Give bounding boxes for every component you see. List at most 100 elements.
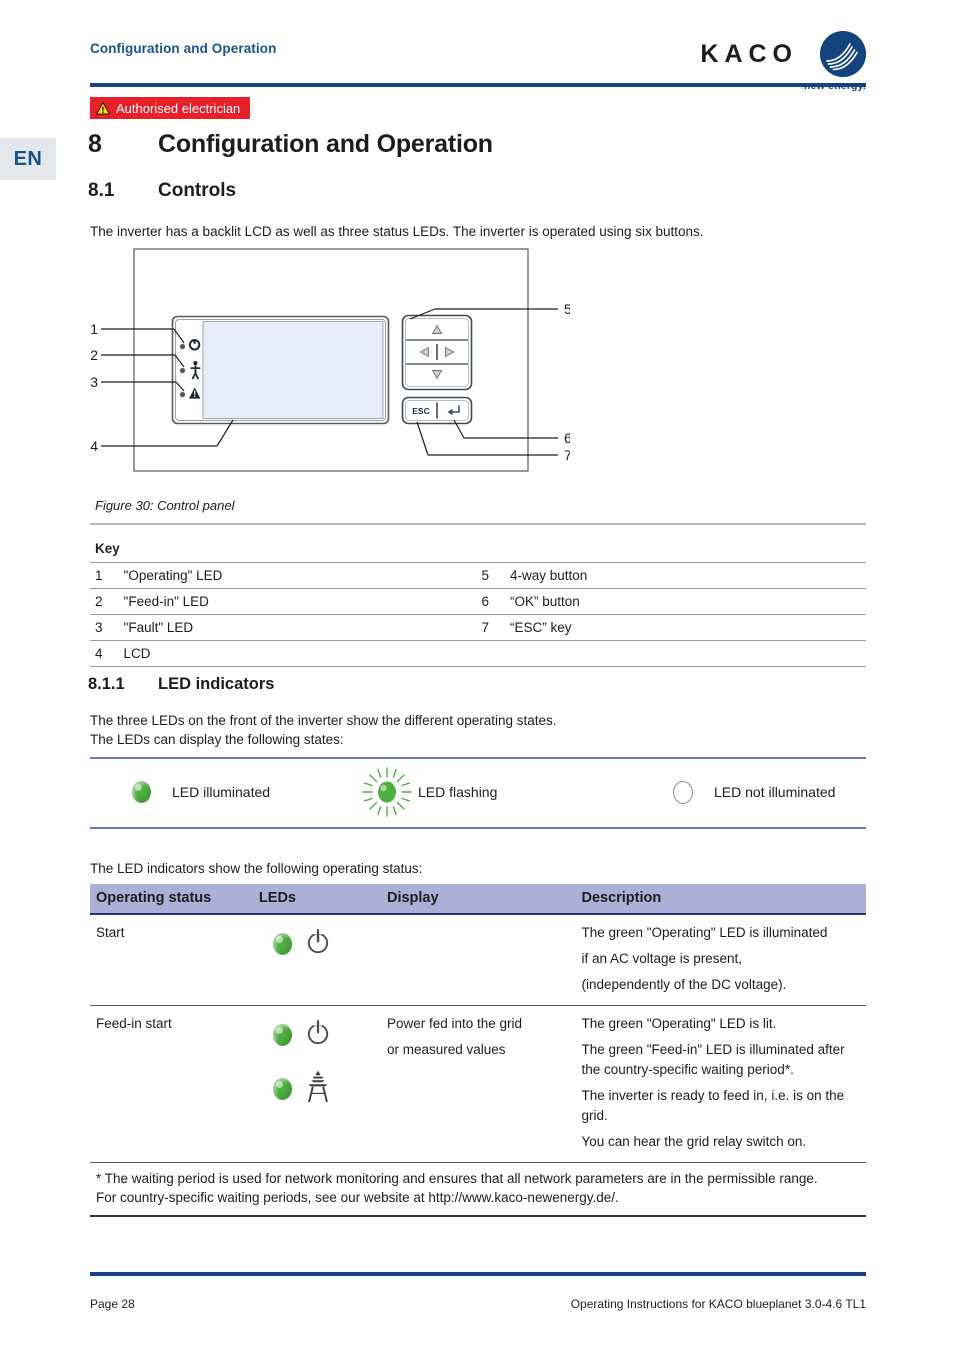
footer-rule (90, 1272, 866, 1276)
table-row: 4 LCD (90, 640, 866, 667)
column-header-description: Description (575, 884, 866, 915)
led-intro-paragraph: The three LEDs on the front of the inver… (90, 713, 557, 747)
control-panel-figure: ESC 1 2 3 4 5 6 7 (90, 247, 572, 484)
key-label: “ESC” key (510, 614, 866, 641)
led-not-illuminated-icon (652, 780, 714, 804)
kaco-logo-wordmark: KACO (700, 40, 798, 68)
description-cell: The green "Operating" LED is lit. The gr… (575, 1005, 866, 1163)
figure-rule (90, 523, 866, 525)
header-rule (90, 83, 866, 87)
key-label: "Fault" LED (123, 614, 482, 641)
svg-text:ESC: ESC (412, 406, 429, 416)
led-flashing-icon (356, 766, 418, 818)
legend-item-not-illuminated: LED not illuminated (606, 780, 866, 804)
description-line: (independently of the DC voltage). (581, 977, 787, 992)
authorised-electrician-badge: Authorised electrician (90, 97, 251, 119)
page-title: 8 Configuration and Operation (88, 130, 493, 159)
table-row: 3 "Fault" LED 7 “ESC” key (90, 614, 866, 641)
svg-text:2: 2 (90, 347, 98, 363)
led-illuminated-icon (110, 781, 172, 803)
key-number (481, 640, 510, 667)
footer-page-number: Page 28 (90, 1297, 135, 1311)
section-title: Configuration and Operation (158, 130, 493, 158)
subsubsection-title: LED indicators (158, 675, 275, 693)
display-cell: Power fed into the grid or measured valu… (380, 1005, 576, 1163)
key-table-title: Key (95, 541, 120, 556)
legend-label: LED not illuminated (714, 784, 836, 800)
pylon-icon (305, 1070, 331, 1108)
description-line: if an AC voltage is present, (581, 951, 743, 966)
svg-text:4: 4 (90, 438, 98, 454)
subsection-title: Controls (158, 180, 237, 201)
running-header-title: Configuration and Operation (90, 41, 277, 56)
key-number: 1 (90, 562, 124, 589)
svg-text:1: 1 (90, 321, 98, 337)
subsubsection-heading: 8.1.1 LED indicators (88, 675, 274, 694)
legend-item-illuminated: LED illuminated (90, 781, 348, 803)
table-footnote: * The waiting period is used for network… (90, 1162, 866, 1217)
svg-text:3: 3 (90, 374, 98, 390)
display-line: or measured values (386, 1042, 506, 1057)
led-indicator-group (259, 1018, 371, 1052)
key-number: 4 (90, 640, 124, 667)
svg-text:7: 7 (564, 447, 570, 463)
subsubsection-number: 8.1.1 (88, 675, 125, 693)
description-line: The green "Operating" LED is illuminated (581, 925, 828, 940)
language-tab-en: EN (0, 138, 56, 180)
key-number: 2 (90, 588, 124, 615)
table-row: Start The green "Operating" LED is illum… (90, 914, 866, 1006)
led-on-icon (272, 1024, 292, 1046)
controls-intro-paragraph: The inverter has a backlit LCD as well a… (90, 224, 704, 239)
key-number: 7 (481, 614, 510, 641)
table-row: 1 "Operating" LED 5 4-way button (90, 562, 866, 589)
figure-caption: Figure 30: Control panel (95, 498, 235, 513)
display-cell (380, 914, 576, 1006)
svg-text:5: 5 (564, 301, 570, 317)
warning-triangle-icon (96, 101, 110, 115)
key-label: “OK” button (510, 588, 866, 615)
legend-rule-bottom (90, 827, 866, 829)
kaco-logo-circle-icon (820, 31, 866, 77)
table-row: Feed-in start Power fed into the grid or… (90, 1005, 866, 1163)
table-header-row: Operating status LEDs Display Descriptio… (90, 884, 866, 915)
kaco-logo: KACO new energy. (676, 28, 866, 92)
status-cell: Start (90, 914, 253, 1006)
leds-cell (252, 914, 381, 1006)
footer-document-title: Operating Instructions for KACO blueplan… (570, 1297, 866, 1311)
legend-label: LED illuminated (172, 784, 271, 800)
key-number: 6 (481, 588, 510, 615)
subsection-number: 8.1 (88, 180, 115, 201)
description-line: The green "Operating" LED is lit. (581, 1016, 777, 1031)
column-header-display: Display (380, 884, 576, 915)
led-indicator-group (259, 927, 371, 961)
svg-text:6: 6 (564, 430, 570, 446)
column-header-leds: LEDs (252, 884, 381, 915)
led-on-icon (272, 1078, 292, 1100)
leds-cell (252, 1005, 381, 1163)
document-page: Configuration and Operation KACO new ene… (0, 0, 954, 1350)
key-number: 3 (90, 614, 124, 641)
description-line: The green "Feed-in" LED is illuminated a… (581, 1042, 845, 1077)
legend-label: LED flashing (418, 784, 498, 800)
table-row: 2 "Feed-in" LED 6 “OK” button (90, 588, 866, 615)
section-number: 8 (88, 130, 102, 158)
display-line: Power fed into the grid (386, 1016, 523, 1031)
key-label: 4-way button (510, 562, 866, 589)
description-line: The inverter is ready to feed in, i.e. i… (581, 1088, 845, 1123)
description-line: You can hear the grid relay switch on. (581, 1134, 807, 1149)
led-indicator-group (259, 1070, 371, 1108)
column-header-operating-status: Operating status (90, 884, 253, 915)
description-cell: The green "Operating" LED is illuminated… (575, 914, 866, 1006)
power-icon (305, 1018, 331, 1052)
subsection-heading: 8.1 Controls (88, 180, 236, 202)
led-legend: LED illuminated LED flashing LED not ill… (90, 757, 866, 827)
key-number: 5 (481, 562, 510, 589)
status-cell: Feed-in start (90, 1005, 253, 1163)
key-label: "Operating" LED (123, 562, 482, 589)
key-label: "Feed-in" LED (123, 588, 482, 615)
key-label (510, 640, 866, 667)
key-table: 1 "Operating" LED 5 4-way button 2 "Feed… (90, 562, 866, 667)
key-label: LCD (123, 640, 482, 667)
led-on-icon (272, 933, 292, 955)
table-footnote-row: * The waiting period is used for network… (90, 1162, 866, 1217)
